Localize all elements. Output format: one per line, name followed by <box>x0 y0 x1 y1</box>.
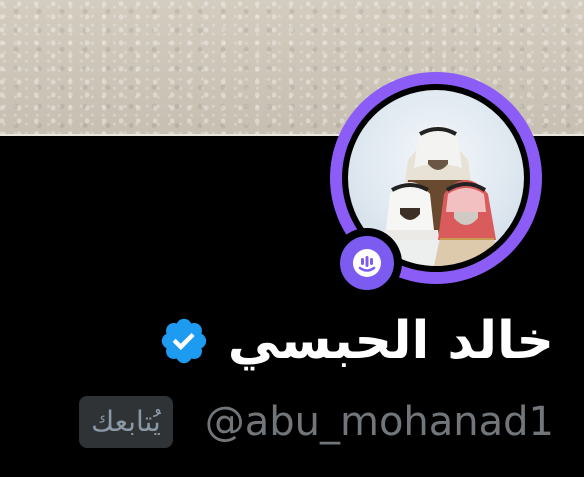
follows-you-badge: يُتابعك <box>79 396 173 448</box>
handle-row: يُتابعك @abu_mohanad1 <box>79 390 554 454</box>
spaces-badge-circle <box>340 236 394 290</box>
display-name-row: خالد الحبسي <box>158 306 554 376</box>
verified-badge-icon[interactable] <box>158 315 210 367</box>
spaces-microphone-icon <box>353 249 381 277</box>
username-handle: @abu_mohanad1 <box>204 399 554 445</box>
display-name: خالد الحبسي <box>227 311 554 371</box>
spaces-badge[interactable] <box>332 228 402 298</box>
